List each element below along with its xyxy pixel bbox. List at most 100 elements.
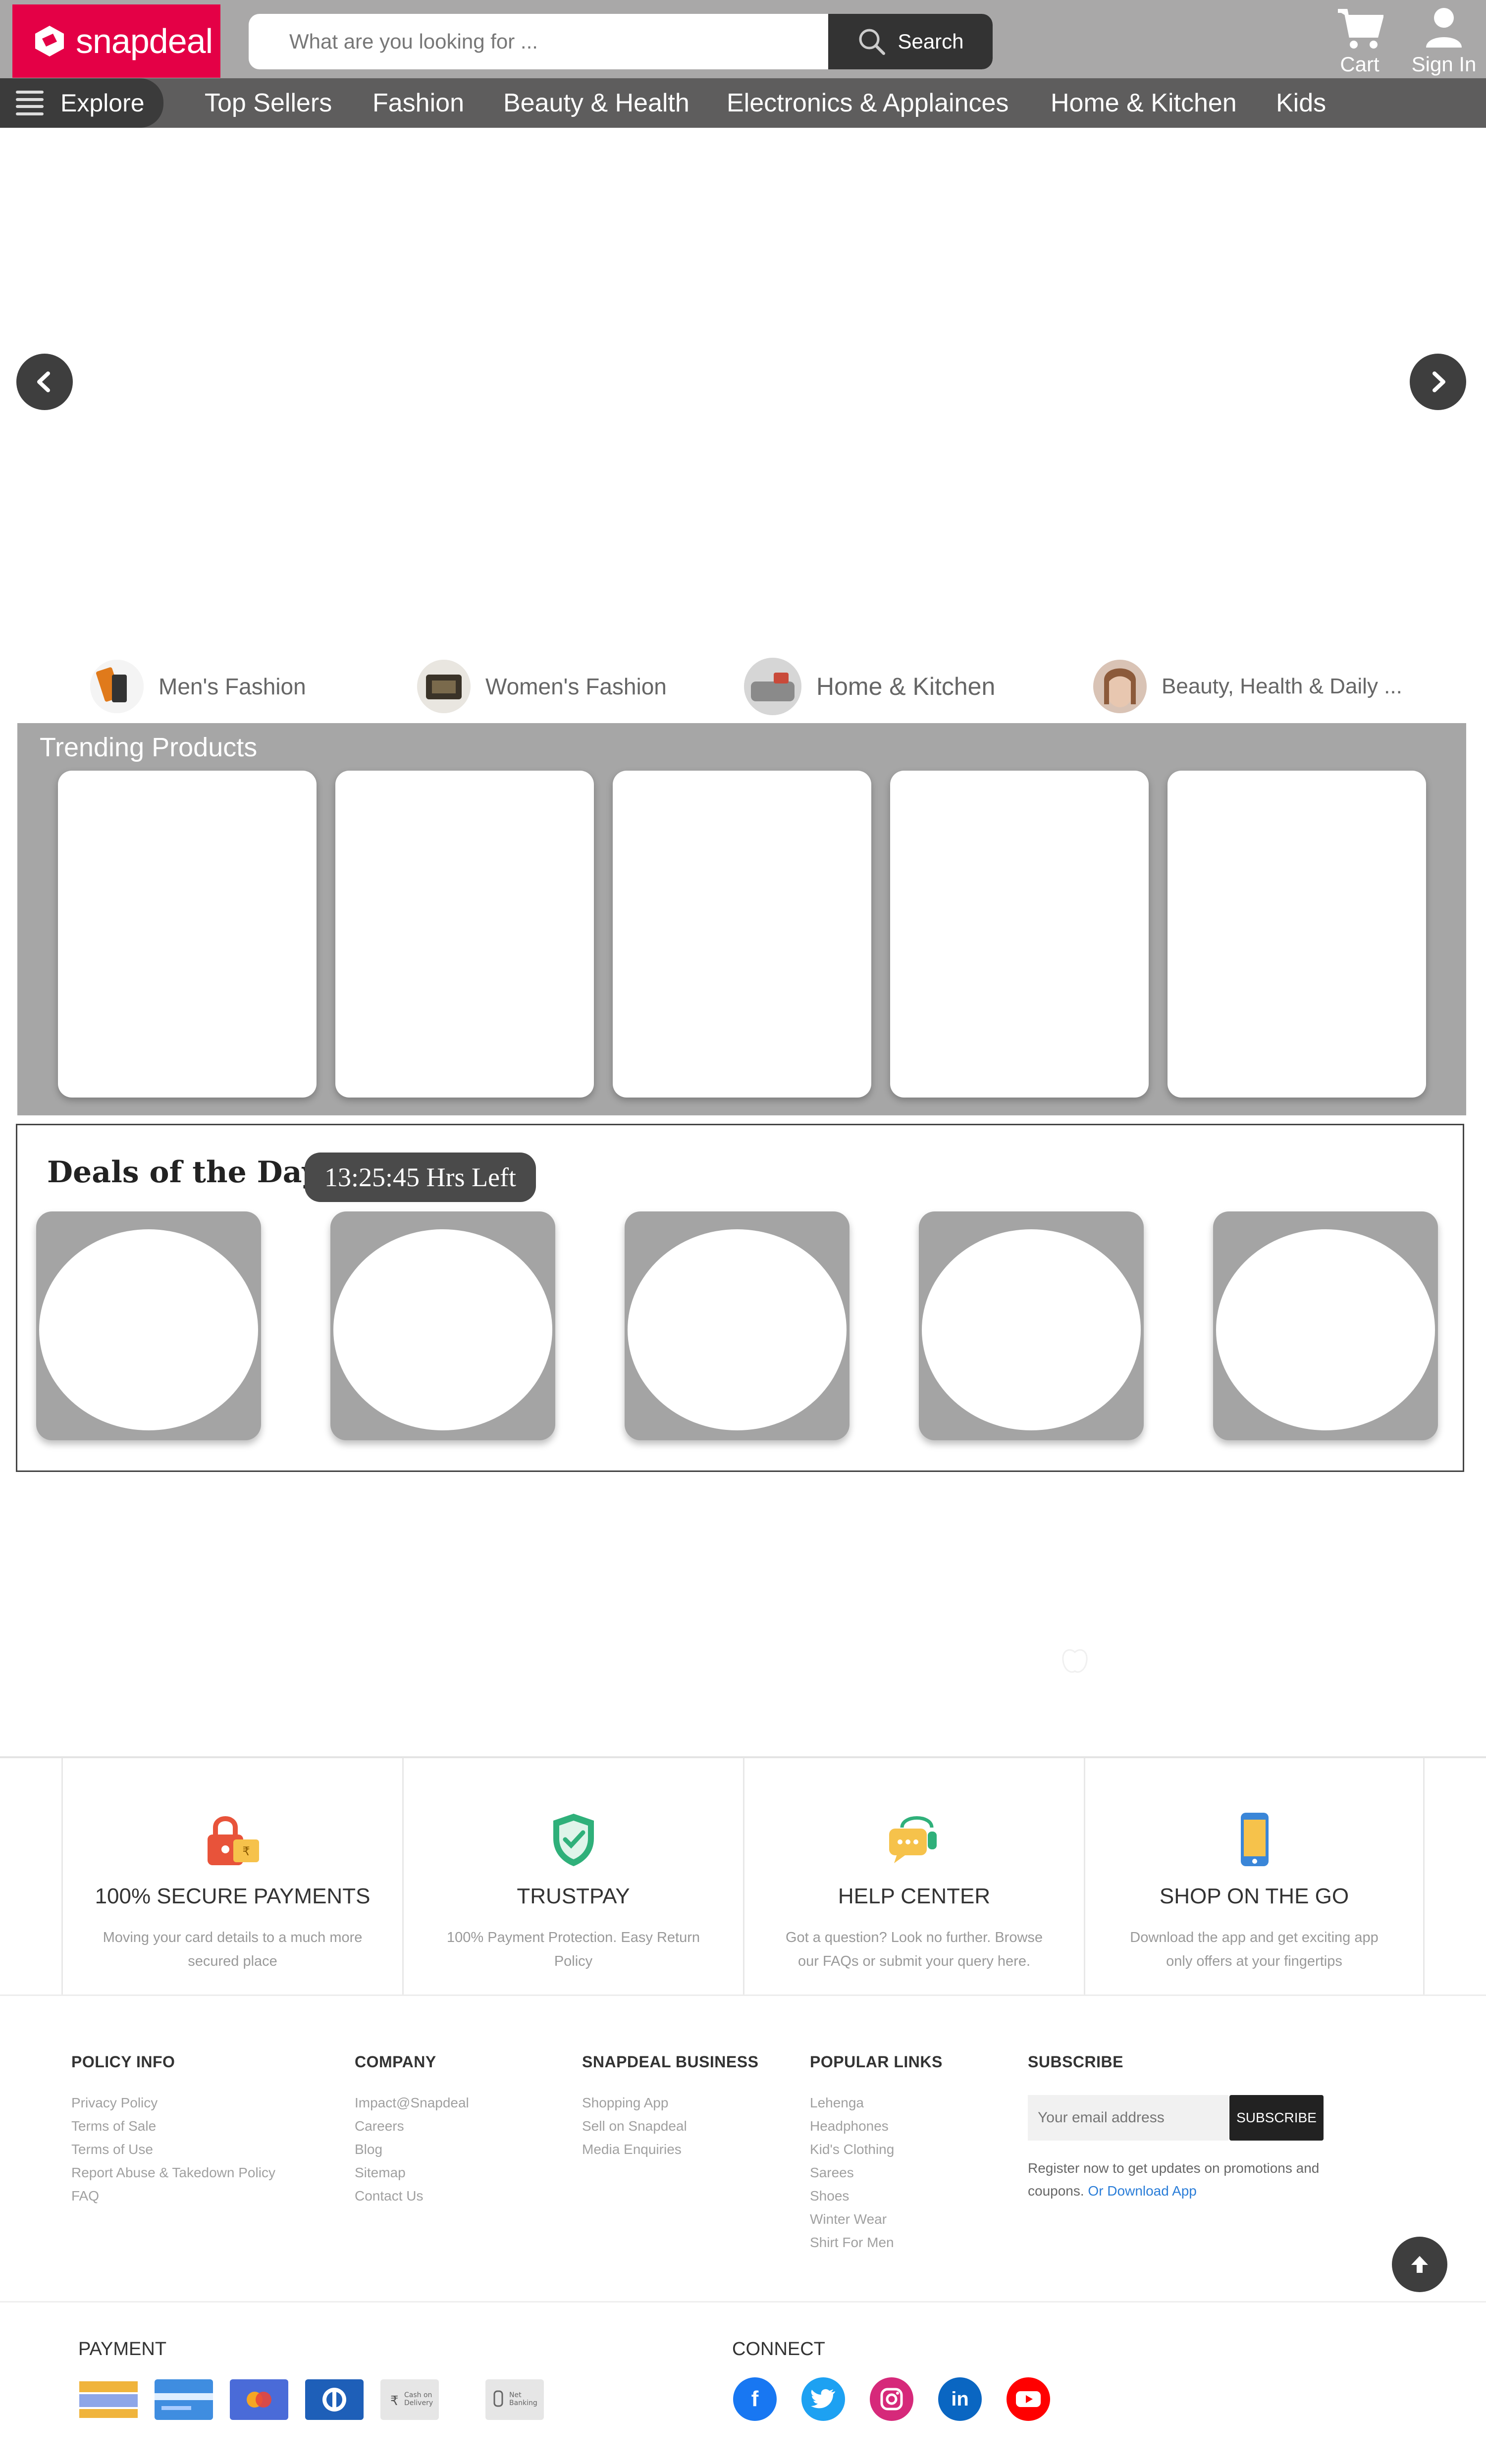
payment-heading: PAYMENT: [78, 2339, 167, 2359]
deal-card[interactable]: [36, 1211, 261, 1440]
carousel-prev-button[interactable]: [16, 354, 73, 410]
cart-button[interactable]: Cart: [1332, 7, 1387, 76]
signin-button[interactable]: Sign In: [1407, 7, 1481, 76]
category-label: Men's Fashion: [159, 674, 306, 699]
nav-beauty-health[interactable]: Beauty & Health: [503, 78, 690, 128]
deal-card[interactable]: [625, 1211, 849, 1440]
snapdeal-logo[interactable]: snapdeal: [12, 4, 220, 78]
trending-product-card[interactable]: [58, 771, 317, 1098]
category-home-kitchen[interactable]: Home & Kitchen: [744, 657, 995, 716]
category-nav: Explore Top Sellers Fashion Beauty & Hea…: [0, 78, 1486, 128]
footer-link[interactable]: Impact@Snapdeal: [355, 2091, 469, 2114]
beauty-health-thumb: [1093, 660, 1147, 713]
chevron-right-icon: [1433, 371, 1445, 392]
cod-label: Cash on Delivery: [404, 2391, 433, 2407]
trending-product-card[interactable]: [1168, 771, 1426, 1098]
section-title: Deals of the Day: [47, 1155, 319, 1190]
search-input[interactable]: [288, 14, 808, 69]
category-label: Beauty, Health & Daily ...: [1162, 674, 1402, 698]
footer-link[interactable]: Privacy Policy: [71, 2091, 275, 2114]
search-button[interactable]: Search: [828, 14, 993, 69]
deal-image-placeholder: [628, 1229, 847, 1430]
maestro-icon: [230, 2379, 288, 2420]
deal-image-placeholder: [333, 1229, 552, 1430]
download-app-link[interactable]: Or Download App: [1088, 2183, 1196, 2199]
facebook-icon[interactable]: f: [733, 2377, 777, 2421]
category-label: Women's Fashion: [485, 674, 667, 699]
trending-product-card[interactable]: [613, 771, 871, 1098]
cart-icon: [1338, 9, 1384, 49]
carousel-next-button[interactable]: [1410, 354, 1466, 410]
explore-button[interactable]: Explore: [0, 78, 163, 128]
subscribe-email-input[interactable]: [1028, 2095, 1228, 2141]
instagram-icon[interactable]: [870, 2377, 913, 2421]
footer-link[interactable]: Sarees: [810, 2161, 943, 2184]
subscribe-button[interactable]: SUBSCRIBE: [1229, 2095, 1324, 2141]
chevron-left-icon: [37, 371, 50, 392]
trending-product-card[interactable]: [890, 771, 1149, 1098]
footer-column-heading: SUBSCRIBE: [1028, 2053, 1123, 2071]
deal-card[interactable]: [1213, 1211, 1438, 1440]
footer-link[interactable]: Terms of Use: [71, 2138, 275, 2161]
footer-company: COMPANY Impact@Snapdeal Careers Blog Sit…: [355, 2053, 469, 2207]
womens-fashion-thumb: [417, 660, 471, 713]
footer-link[interactable]: Report Abuse & Takedown Policy: [71, 2161, 275, 2184]
footer-link[interactable]: Careers: [355, 2114, 469, 2138]
hamburger-icon: [16, 91, 44, 115]
feature-desc: Download the app and get exciting app on…: [1130, 1930, 1379, 1969]
footer-link[interactable]: Sell on Snapdeal: [582, 2114, 758, 2138]
footer-snapdeal-business: SNAPDEAL BUSINESS Shopping App Sell on S…: [582, 2053, 758, 2161]
feature-title: SHOP ON THE GO: [1159, 1884, 1349, 1908]
deal-card[interactable]: [330, 1211, 555, 1440]
youtube-icon[interactable]: [1007, 2377, 1050, 2421]
footer-link[interactable]: Media Enquiries: [582, 2138, 758, 2161]
signin-label: Sign In: [1411, 52, 1477, 76]
footer-link[interactable]: Shirt For Men: [810, 2231, 943, 2254]
twitter-icon[interactable]: [801, 2377, 845, 2421]
footer-column-heading: POLICY INFO: [71, 2053, 175, 2071]
footer-link[interactable]: Shoes: [810, 2184, 943, 2207]
mens-fashion-thumb: [90, 660, 144, 713]
nav-kids[interactable]: Kids: [1276, 78, 1326, 128]
diners-icon: [305, 2379, 364, 2420]
feature-help-center: HELP CENTER Got a question? Look no furt…: [743, 1758, 1084, 1996]
footer-link[interactable]: Blog: [355, 2138, 469, 2161]
deals-of-the-day-section: Deals of the Day 13:25:45 Hrs Left: [16, 1124, 1464, 1472]
trending-product-card[interactable]: [335, 771, 594, 1098]
deal-image-placeholder: [922, 1229, 1141, 1430]
footer-link[interactable]: Shopping App: [582, 2091, 758, 2114]
nav-top-sellers[interactable]: Top Sellers: [205, 78, 332, 128]
top-header: snapdeal Search Cart Sign In: [0, 0, 1486, 78]
divider: [0, 1994, 1486, 1996]
feature-desc: Got a question? Look no further. Browse …: [785, 1930, 1043, 1969]
category-beauty-health[interactable]: Beauty, Health & Daily ...: [1093, 657, 1402, 716]
footer-link[interactable]: Winter Wear: [810, 2207, 943, 2231]
footer-link[interactable]: Contact Us: [355, 2184, 469, 2207]
category-womens-fashion[interactable]: Women's Fashion: [417, 657, 667, 716]
trending-products-section: Trending Products: [17, 723, 1466, 1115]
cart-label: Cart: [1340, 52, 1380, 76]
footer-link[interactable]: Kid's Clothing: [810, 2138, 943, 2161]
footer-link[interactable]: Lehenga: [810, 2091, 943, 2114]
footer-link[interactable]: Sitemap: [355, 2161, 469, 2184]
deal-card[interactable]: [919, 1211, 1144, 1440]
nav-electronics[interactable]: Electronics & Applainces: [727, 78, 1008, 128]
chat-headset-icon: [882, 1808, 947, 1872]
nav-home-kitchen[interactable]: Home & Kitchen: [1051, 78, 1237, 128]
category-label: Home & Kitchen: [816, 673, 996, 700]
footer-link[interactable]: FAQ: [71, 2184, 275, 2207]
footer-column-heading: SNAPDEAL BUSINESS: [582, 2053, 759, 2071]
footer-link[interactable]: Headphones: [810, 2114, 943, 2138]
scroll-to-top-button[interactable]: [1392, 2237, 1447, 2292]
feature-title: 100% SECURE PAYMENTS: [95, 1884, 371, 1908]
footer-link[interactable]: Terms of Sale: [71, 2114, 275, 2138]
footer-policy-info: POLICY INFO Privacy Policy Terms of Sale…: [71, 2053, 275, 2207]
feature-secure-payments: ₹ 100% SECURE PAYMENTS Moving your card …: [61, 1758, 402, 1996]
mobile-icon: [1222, 1808, 1286, 1872]
feature-title: HELP CENTER: [838, 1884, 991, 1908]
category-mens-fashion[interactable]: Men's Fashion: [90, 657, 306, 716]
feature-shop-on-the-go: SHOP ON THE GO Download the app and get …: [1084, 1758, 1425, 1996]
master-card-icon: [155, 2379, 213, 2420]
linkedin-icon[interactable]: in: [938, 2377, 982, 2421]
nav-fashion[interactable]: Fashion: [372, 78, 464, 128]
